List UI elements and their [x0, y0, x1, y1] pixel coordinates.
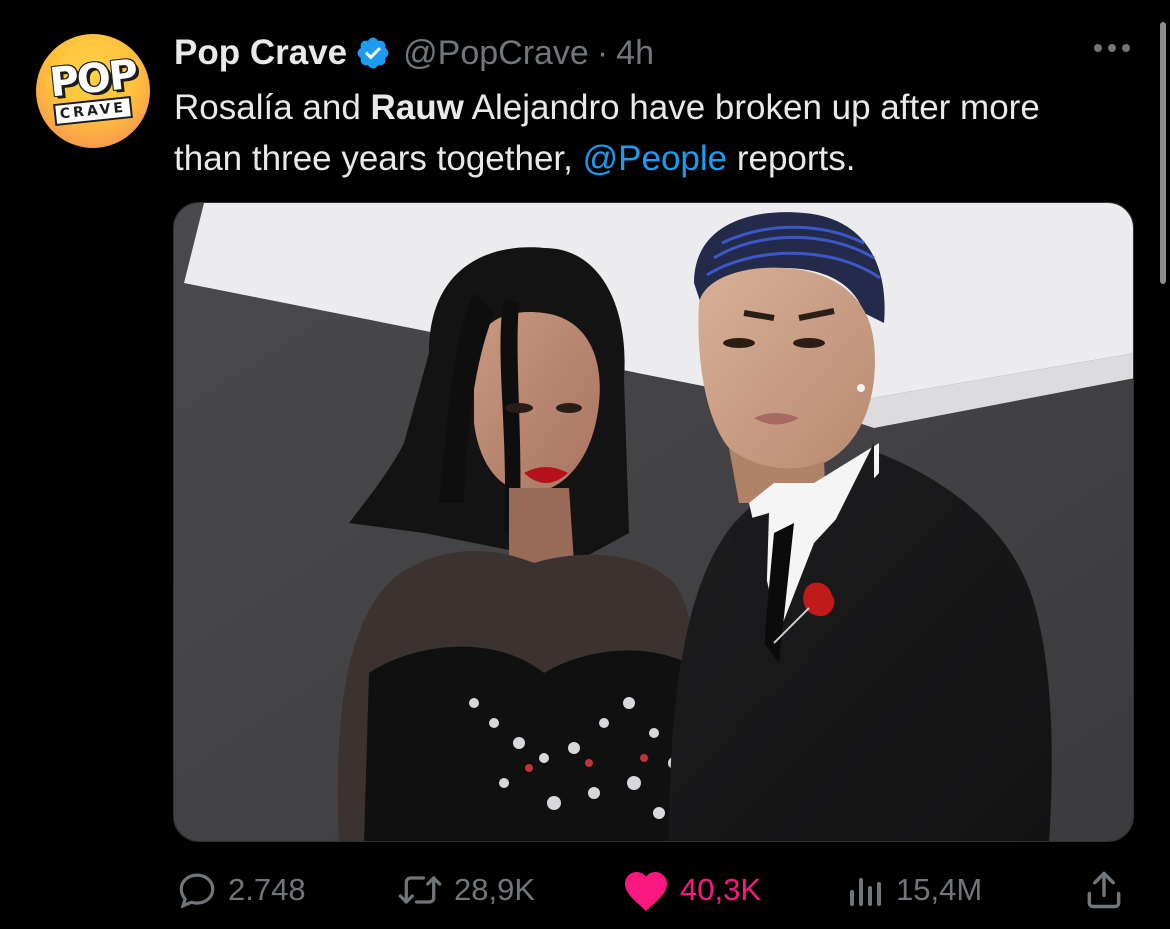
repost-arrows-icon	[396, 869, 444, 911]
timestamp[interactable]: 4h	[616, 34, 654, 73]
tweet-text-bold: Rauw	[370, 88, 464, 127]
share-button[interactable]	[1082, 858, 1126, 922]
more-dot	[1108, 44, 1116, 52]
more-dot	[1122, 44, 1130, 52]
verified-badge-icon	[355, 35, 391, 71]
repost-button[interactable]: 28,9K	[396, 858, 535, 922]
views-count: 15,4M	[896, 872, 983, 907]
more-horizontal-icon[interactable]	[1094, 44, 1130, 52]
action-bar: 2.748 28,9K 40,3K 15,4M	[0, 858, 1170, 922]
tweet-card[interactable]: POP CRAVE Pop Crave @PopCrave · 4h Rosal…	[0, 0, 1170, 929]
photo-illustration	[174, 203, 1133, 841]
scrollbar-thumb[interactable]	[1160, 22, 1166, 284]
heart-filled-icon	[622, 868, 670, 912]
author-name[interactable]: Pop Crave	[174, 33, 347, 73]
avatar[interactable]: POP CRAVE	[36, 34, 150, 148]
views-button[interactable]: 15,4M	[846, 858, 982, 922]
more-dot	[1094, 44, 1102, 52]
share-upload-icon	[1082, 868, 1126, 912]
reply-bubble-icon	[176, 869, 218, 911]
repost-count: 28,9K	[454, 872, 536, 907]
scrollbar[interactable]	[1156, 0, 1170, 929]
reply-count: 2.748	[228, 872, 306, 907]
header-separator: ·	[596, 33, 609, 72]
tweet-text-part3: reports.	[727, 139, 856, 178]
tweet-text: Rosalía and Rauw Alejandro have broken u…	[174, 82, 1094, 184]
like-count: 40,3K	[680, 872, 762, 907]
tweet-photo[interactable]	[173, 202, 1134, 842]
tweet-text-part1: Rosalía and	[174, 88, 371, 127]
reply-button[interactable]: 2.748	[176, 858, 306, 922]
author-handle[interactable]: @PopCrave	[403, 34, 589, 73]
bar-chart-icon	[846, 870, 886, 910]
like-button[interactable]: 40,3K	[622, 858, 761, 922]
tweet-header: Pop Crave @PopCrave · 4h	[174, 30, 654, 76]
mention-link[interactable]: @People	[583, 139, 728, 178]
